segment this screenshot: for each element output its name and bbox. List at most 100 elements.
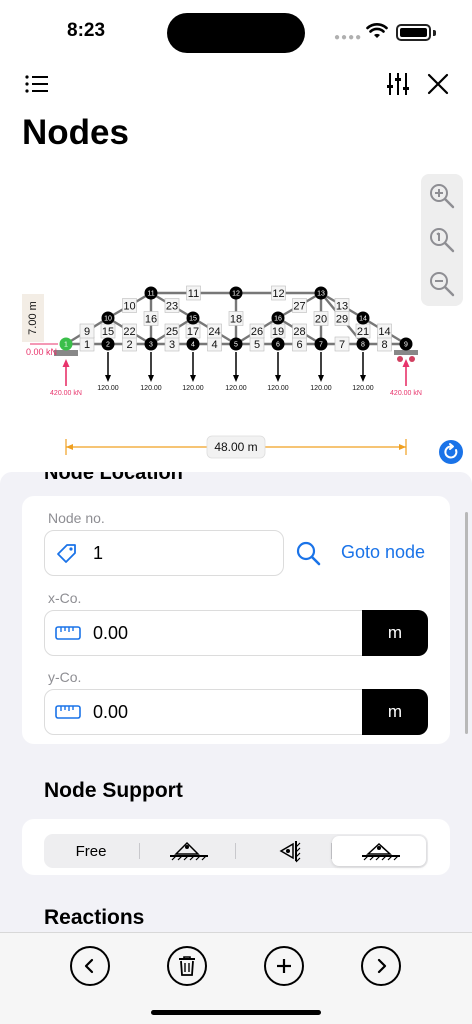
- chevron-right-icon: [377, 958, 387, 974]
- page-title: Nodes: [22, 113, 129, 152]
- bottom-toolbar: [0, 932, 472, 1024]
- reaction-label: 420.00 kN: [50, 390, 82, 397]
- add-button[interactable]: [264, 946, 304, 986]
- width-dimension-arrowhead: [399, 444, 406, 450]
- member-label: 21: [357, 326, 369, 338]
- refresh-icon[interactable]: [439, 440, 463, 464]
- member-label: 19: [272, 326, 284, 338]
- home-indicator: [151, 1010, 321, 1015]
- search-icon[interactable]: [295, 540, 321, 566]
- member-label: 8: [381, 339, 387, 351]
- fixed-support-symbol: [54, 350, 78, 356]
- support-option-pin[interactable]: [140, 836, 234, 866]
- node-location-card: Node no. 1 Goto node x-Co. 0.00 m y-Co. …: [22, 496, 450, 744]
- node-no-field[interactable]: 1: [44, 530, 284, 576]
- node-label: 13: [317, 291, 325, 298]
- node-label: 12: [232, 291, 240, 298]
- node-label: 8: [361, 342, 365, 349]
- wifi-icon: [366, 23, 388, 38]
- node-label: 4: [191, 342, 195, 349]
- load-arrowhead: [275, 375, 281, 382]
- node-label: 16: [274, 316, 282, 323]
- node-no-label: Node no.: [48, 510, 105, 526]
- node-label: 10: [104, 316, 112, 323]
- reaction-arrowhead: [62, 359, 70, 367]
- member-label: 24: [208, 326, 220, 338]
- load-label: 120.00: [352, 385, 374, 392]
- truss-diagram[interactable]: 1 2 3 4 5 6 7 891011 121314151617181920212223242…: [0, 168, 472, 468]
- node-label: 1: [64, 342, 68, 349]
- y-co-value: 0.00: [93, 702, 129, 722]
- moment-label: 0.00 kN: [26, 347, 57, 357]
- x-co-field[interactable]: 0.00 m: [44, 610, 428, 656]
- member-label: 14: [378, 326, 390, 338]
- fixed-support-icon: [362, 842, 400, 861]
- y-unit-button[interactable]: m: [362, 689, 428, 735]
- load-arrowhead: [233, 375, 239, 382]
- reaction-arrowhead: [402, 359, 410, 367]
- support-segmented-control[interactable]: Free: [44, 834, 428, 868]
- member-label: 5: [254, 339, 260, 351]
- chevron-left-icon: [84, 958, 94, 974]
- roller-support-icon: [279, 841, 301, 863]
- support-option-fixed[interactable]: [332, 836, 426, 866]
- trash-icon: [179, 956, 195, 976]
- x-unit-button[interactable]: m: [362, 610, 428, 656]
- next-button[interactable]: [361, 946, 401, 986]
- section-title-reactions: Reactions: [44, 906, 145, 929]
- member-label: 29: [336, 314, 348, 326]
- load-label: 120.00: [182, 385, 204, 392]
- ruler-icon: [55, 626, 81, 640]
- member-label: 4: [211, 339, 217, 351]
- signal-icon: ●●●●: [334, 32, 363, 43]
- node-label: 7: [319, 342, 323, 349]
- list-menu-icon[interactable]: [24, 70, 52, 98]
- width-dimension-label: 48.00 m: [214, 440, 257, 454]
- roller-wheel: [409, 356, 415, 362]
- node-label: 6: [276, 342, 280, 349]
- member-label: 1: [84, 339, 90, 351]
- load-arrowhead: [105, 375, 111, 382]
- x-co-value: 0.00: [93, 623, 129, 643]
- member-label: 18: [230, 314, 242, 326]
- node-label: 3: [149, 342, 153, 349]
- member-label: 26: [251, 326, 263, 338]
- member-label: 7: [339, 339, 345, 351]
- member-label: 10: [123, 301, 135, 313]
- node-label: 5: [234, 342, 238, 349]
- zoom-out-icon[interactable]: [428, 270, 456, 298]
- node-label: 15: [189, 316, 197, 323]
- section-title-node-location: Node Location: [44, 472, 183, 484]
- delete-button[interactable]: [167, 946, 207, 986]
- previous-button[interactable]: [70, 946, 110, 986]
- close-icon[interactable]: [424, 70, 452, 98]
- node-label: 2: [106, 342, 110, 349]
- goto-node-button[interactable]: Goto node: [341, 542, 425, 563]
- load-arrowhead: [190, 375, 196, 382]
- x-co-label: x-Co.: [48, 590, 82, 606]
- y-co-field[interactable]: 0.00 m: [44, 689, 428, 735]
- zoom-in-icon[interactable]: [428, 182, 456, 210]
- member-label: 23: [166, 301, 178, 313]
- load-arrowhead: [318, 375, 324, 382]
- member-label: 28: [293, 326, 305, 338]
- status-bar: 8:23 ●●●●: [0, 0, 472, 62]
- load-label: 120.00: [225, 385, 247, 392]
- member-label: 15: [102, 326, 114, 338]
- member-label: 17: [187, 326, 199, 338]
- member-label: 25: [166, 326, 178, 338]
- load-label: 120.00: [267, 385, 289, 392]
- member-label: 27: [293, 301, 305, 313]
- load-label: 120.00: [97, 385, 119, 392]
- scrollbar[interactable]: [465, 512, 468, 734]
- sliders-icon[interactable]: [384, 70, 412, 98]
- load-label: 120.00: [140, 385, 162, 392]
- zoom-reset-icon[interactable]: [428, 226, 456, 254]
- support-option-roller[interactable]: [236, 836, 330, 866]
- support-option-free[interactable]: Free: [44, 836, 138, 866]
- roller-support-symbol: [394, 350, 418, 355]
- member-label: 9: [84, 326, 90, 338]
- member-label: 11: [188, 288, 199, 300]
- member-label: 2: [126, 339, 132, 351]
- status-time: 8:23: [67, 20, 106, 41]
